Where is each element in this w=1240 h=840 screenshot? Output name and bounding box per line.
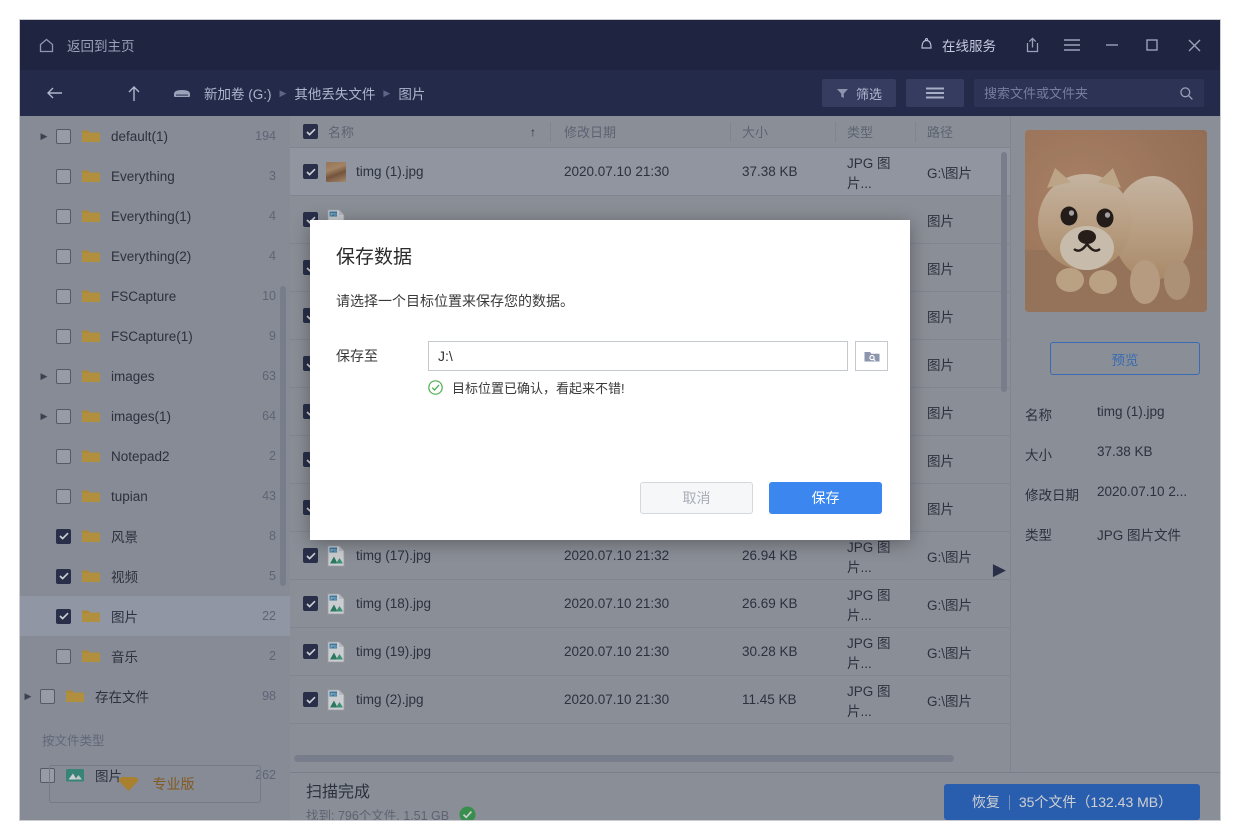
back-button[interactable] — [34, 73, 74, 113]
arrow-up-icon — [126, 84, 142, 103]
funnel-icon — [836, 87, 849, 100]
list-view-icon — [925, 86, 945, 100]
folder-search-icon — [863, 349, 881, 364]
toolbar-tools: 筛选 — [822, 79, 1220, 107]
hamburger-menu-icon — [1063, 38, 1081, 52]
up-button[interactable] — [114, 73, 154, 113]
breadcrumb-item-1[interactable]: 其他丢失文件 — [294, 83, 375, 103]
save-path-field: 保存至 — [336, 341, 888, 371]
nav-buttons — [20, 73, 154, 113]
breadcrumb-item-0[interactable]: 新加卷 (G:) — [204, 83, 272, 103]
dialog-description: 请选择一个目标位置来保存您的数据。 — [336, 291, 574, 311]
save-button[interactable]: 保存 — [769, 482, 882, 514]
list-view-button[interactable] — [906, 79, 964, 107]
titlebar-actions: 在线服务 — [903, 20, 1220, 70]
navigation-toolbar: 新加卷 (G:) ▶ 其他丢失文件 ▶ 图片 筛选 — [20, 70, 1220, 116]
breadcrumb: 新加卷 (G:) ▶ 其他丢失文件 ▶ 图片 — [172, 83, 425, 103]
save-label: 保存 — [812, 488, 840, 508]
save-data-dialog: 保存数据 请选择一个目标位置来保存您的数据。 保存至 目标位置已确认，看起来不错… — [310, 220, 910, 540]
cancel-label: 取消 — [683, 488, 711, 508]
online-service-label: 在线服务 — [942, 35, 996, 55]
menu-button[interactable] — [1052, 20, 1092, 70]
cancel-button[interactable]: 取消 — [640, 482, 753, 514]
maximize-icon — [1145, 38, 1159, 52]
share-upload-button[interactable] — [1012, 20, 1052, 70]
dialog-title: 保存数据 — [336, 242, 412, 269]
chevron-right-icon: ▶ — [280, 88, 287, 99]
search-box[interactable] — [974, 79, 1204, 107]
minimize-icon — [1104, 39, 1120, 51]
application-window: 返回到主页 在线服务 — [20, 20, 1220, 820]
search-input[interactable] — [984, 86, 1173, 101]
home-label: 返回到主页 — [67, 35, 135, 55]
dialog-actions: 取消 保存 — [640, 482, 882, 514]
arrow-left-icon — [45, 85, 64, 101]
online-service-button[interactable]: 在线服务 — [903, 35, 1012, 55]
share-upload-icon — [1024, 36, 1041, 54]
save-path-input[interactable] — [428, 341, 848, 371]
minimize-button[interactable] — [1092, 20, 1132, 70]
home-button[interactable]: 返回到主页 — [20, 35, 135, 55]
chevron-right-icon: ▶ — [383, 88, 390, 99]
search-icon[interactable] — [1179, 86, 1194, 101]
arrow-right-icon — [85, 85, 104, 101]
home-icon — [38, 37, 55, 54]
check-circle-icon — [428, 380, 443, 395]
title-bar: 返回到主页 在线服务 — [20, 20, 1220, 70]
path-validation-text: 目标位置已确认，看起来不错! — [452, 378, 625, 397]
bell-icon — [919, 37, 934, 53]
drive-icon — [172, 87, 192, 100]
path-validation-message: 目标位置已确认，看起来不错! — [428, 378, 625, 397]
filter-label: 筛选 — [856, 84, 882, 103]
forward-button[interactable] — [74, 73, 114, 113]
breadcrumb-item-2[interactable]: 图片 — [398, 83, 425, 103]
browse-folder-button[interactable] — [855, 341, 888, 371]
save-path-label: 保存至 — [336, 346, 428, 366]
close-icon — [1187, 38, 1202, 53]
filter-button[interactable]: 筛选 — [822, 79, 896, 107]
close-button[interactable] — [1172, 20, 1216, 70]
maximize-button[interactable] — [1132, 20, 1172, 70]
